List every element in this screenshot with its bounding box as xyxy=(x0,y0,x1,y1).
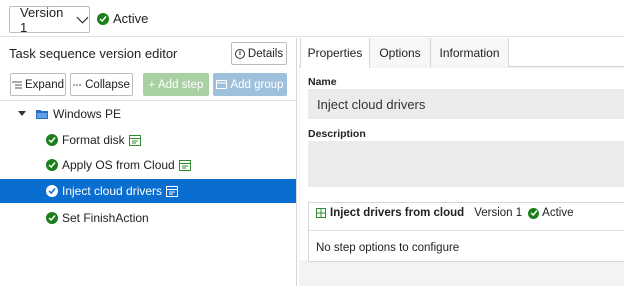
description-label: Description xyxy=(308,128,366,140)
tree-step-format-disk[interactable]: Format disk xyxy=(0,128,296,152)
version-dropdown-label: Version 1 xyxy=(20,4,64,35)
tab-information[interactable]: Information xyxy=(431,38,509,67)
collapse-icon xyxy=(73,84,83,85)
check-circle-icon xyxy=(528,207,540,219)
tab-label: Properties xyxy=(307,46,363,60)
tree-step-set-finish-action[interactable]: Set FinishAction xyxy=(0,206,296,230)
step-grid-icon xyxy=(316,208,326,218)
tab-properties[interactable]: Properties xyxy=(300,38,370,68)
expand-button[interactable]: Expand xyxy=(10,73,66,96)
chevron-down-icon xyxy=(76,16,89,24)
expand-icon xyxy=(11,81,22,88)
version-status: Active xyxy=(97,11,148,26)
tree-step-apply-os[interactable]: Apply OS from Cloud xyxy=(0,153,296,177)
add-step-button[interactable]: + Add step xyxy=(143,73,209,96)
check-circle-icon xyxy=(46,159,58,171)
step-status: Active xyxy=(542,207,574,219)
description-field[interactable] xyxy=(308,141,624,187)
tree-group-label: Windows PE xyxy=(53,107,122,121)
add-step-button-label: Add step xyxy=(158,78,204,91)
step-version: Version 1 xyxy=(474,207,523,219)
details-button-label: Details xyxy=(247,47,284,60)
step-info-header: Inject drivers from cloud Version 1 Acti… xyxy=(316,207,573,219)
folder-icon xyxy=(36,109,48,119)
step-card-divider xyxy=(309,230,624,231)
check-circle-icon xyxy=(46,185,58,197)
tree-group-windows-pe[interactable]: Windows PE xyxy=(0,102,296,126)
version-dropdown[interactable]: Version 1 xyxy=(9,4,90,35)
step-options-message: No step options to configure xyxy=(316,242,460,254)
name-field-value: Inject cloud drivers xyxy=(317,96,426,112)
step-type-icon xyxy=(128,134,141,146)
tree-step-inject-cloud-drivers[interactable]: Inject cloud drivers xyxy=(0,179,296,203)
caret-down-icon[interactable] xyxy=(18,111,26,117)
add-group-button[interactable]: Add group xyxy=(213,73,287,96)
add-group-button-label: Add group xyxy=(230,78,284,91)
info-icon: i xyxy=(234,48,245,59)
collapse-button-label: Collapse xyxy=(85,78,130,91)
tree-step-label: Apply OS from Cloud xyxy=(62,158,175,172)
editor-title: Task sequence version editor xyxy=(9,46,178,61)
top-bar xyxy=(0,0,624,37)
check-circle-icon xyxy=(46,134,58,146)
name-field[interactable]: Inject cloud drivers xyxy=(308,89,624,119)
group-icon xyxy=(216,80,228,89)
name-label: Name xyxy=(308,76,337,88)
step-type-icon xyxy=(178,159,191,171)
tab-options[interactable]: Options xyxy=(370,38,431,67)
toolbar-divider xyxy=(0,100,297,101)
tree-step-label: Set FinishAction xyxy=(62,211,149,225)
plus-icon: + xyxy=(148,78,156,91)
details-button[interactable]: i Details xyxy=(231,42,287,65)
tab-label: Options xyxy=(379,45,421,60)
version-status-label: Active xyxy=(113,11,149,26)
expand-button-label: Expand xyxy=(24,78,64,91)
check-circle-icon xyxy=(97,12,109,25)
tab-label: Information xyxy=(439,45,500,60)
check-circle-icon xyxy=(46,212,58,224)
tree-step-label: Inject cloud drivers xyxy=(62,184,163,198)
collapse-button[interactable]: Collapse xyxy=(70,73,133,96)
step-type-icon xyxy=(166,185,179,197)
tree-step-label: Format disk xyxy=(62,133,125,147)
step-name: Inject drivers from cloud xyxy=(330,207,465,219)
